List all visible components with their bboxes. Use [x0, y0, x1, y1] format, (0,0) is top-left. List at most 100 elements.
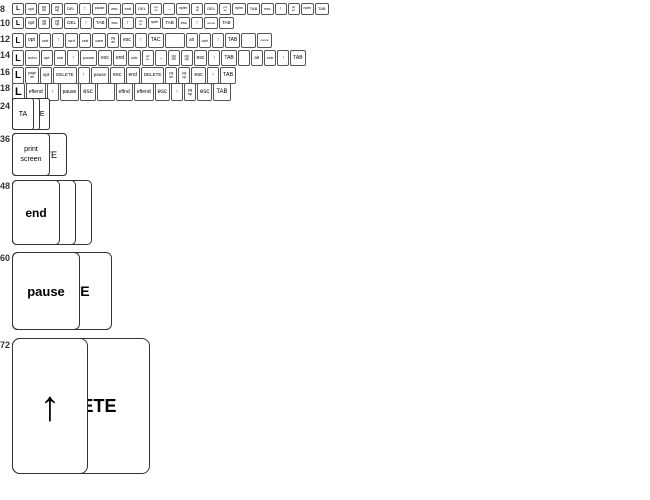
key-pause-60[interactable]: pause: [12, 252, 80, 330]
key-tab-16[interactable]: TAB: [220, 67, 236, 84]
key-nplim-8c[interactable]: nplm: [301, 3, 315, 15]
key-del-16[interactable]: DELETE: [141, 67, 165, 84]
key-opt-16[interactable]: opt: [40, 67, 52, 84]
key-del-8c[interactable]: DEL: [204, 3, 218, 15]
key-cstr-12b[interactable]: cstr: [79, 33, 91, 48]
key-pause-8a[interactable]: pause: [92, 3, 108, 15]
key-esc-8b[interactable]: esc: [261, 3, 273, 15]
key-alt-14[interactable]: alt: [251, 50, 263, 66]
key-L-14[interactable]: L: [12, 50, 24, 66]
key-esc-8a[interactable]: esc: [108, 3, 120, 15]
key-cstr-14b[interactable]: cstr: [128, 50, 140, 66]
key-prtsc-10[interactable]: prtsc: [135, 17, 147, 29]
key-option-10a[interactable]: opt: [25, 17, 37, 29]
key-cstr-14[interactable]: cstr: [54, 50, 66, 66]
key-esc-18b[interactable]: esc: [155, 83, 170, 101]
key-end-48[interactable]: end: [12, 180, 60, 245]
key-L-16[interactable]: L: [12, 67, 24, 84]
key-up-72[interactable]: ↑: [12, 338, 88, 474]
key-esc-12a[interactable]: esc: [120, 33, 134, 48]
key-tab-10a[interactable]: TAB: [93, 17, 107, 29]
key-pgup-16[interactable]: pgup: [178, 67, 190, 84]
key-up-8b[interactable]: ↑: [275, 3, 287, 15]
key-wrd-12[interactable]: wrd: [65, 33, 77, 48]
key-up-14b[interactable]: ↑: [208, 50, 220, 66]
key-esc-10b[interactable]: esc: [178, 17, 190, 29]
key-delete-16[interactable]: DELETE: [53, 67, 77, 84]
key-up-12b[interactable]: ↑: [135, 33, 147, 48]
key-L-10[interactable]: L: [12, 17, 24, 29]
key-up-14a[interactable]: ↑: [67, 50, 79, 66]
key-tab-12a[interactable]: TAC: [148, 33, 164, 48]
key-arr-8a[interactable]: →: [163, 3, 175, 15]
key-tab-8a[interactable]: TAB: [247, 3, 260, 15]
key-noncnce-12[interactable]: nonce: [257, 33, 271, 48]
key-nplim-10[interactable]: nplm: [148, 17, 162, 29]
key-esc-10a[interactable]: esc: [108, 17, 120, 29]
key-blank-14[interactable]: [238, 50, 250, 66]
key-pgdn-12[interactable]: pgdn: [107, 33, 119, 48]
key-prtsc-8c[interactable]: prtsc: [288, 3, 300, 15]
key-up-12c[interactable]: ↑: [212, 33, 224, 48]
key-up-16b[interactable]: ↑: [207, 67, 219, 84]
key-cstr-14c[interactable]: cstr: [264, 50, 276, 66]
key-up-18b[interactable]: ↑: [171, 83, 183, 101]
key-tab-8b[interactable]: TAB: [315, 3, 328, 15]
key-blank-12b[interactable]: [241, 33, 256, 48]
key-prtsc-8b[interactable]: prtsc: [219, 3, 231, 15]
key-print-14[interactable]: prtsc: [142, 50, 154, 66]
key-ta-24[interactable]: TA: [12, 98, 34, 130]
key-L-8[interactable]: L: [12, 3, 24, 15]
key-pgup-8a[interactable]: pgup: [51, 3, 63, 15]
key-pgdn-14[interactable]: pgdn: [168, 50, 180, 66]
key-esc-14[interactable]: esc: [98, 50, 112, 66]
key-tab-10c[interactable]: TAB: [219, 17, 233, 29]
key-pgup-18[interactable]: pgup: [184, 83, 196, 101]
key-up-10c[interactable]: ↑: [191, 17, 203, 29]
key-blank-18[interactable]: [97, 83, 115, 101]
key-del-8a[interactable]: DEL: [64, 3, 78, 15]
key-cstr-12d[interactable]: cstr: [199, 33, 211, 48]
key-blank-12[interactable]: [165, 33, 185, 48]
key-up-12a[interactable]: ↑: [52, 33, 64, 48]
key-prtsc-8a[interactable]: prtsc: [150, 3, 162, 15]
key-option-12[interactable]: opt: [25, 33, 38, 48]
key-L-12[interactable]: L: [12, 33, 24, 48]
key-nplim-8b[interactable]: nplm: [232, 3, 246, 15]
key-pgdn-10[interactable]: pgdn: [38, 17, 50, 29]
key-arr-14[interactable]: →: [155, 50, 167, 66]
key-esc-16[interactable]: esc: [110, 67, 125, 84]
key-option-8a[interactable]: opt: [25, 3, 37, 15]
key-noncnce-10[interactable]: nonce: [204, 17, 218, 29]
key-pgdn-8b[interactable]: pgdn: [191, 3, 203, 15]
key-end-16[interactable]: end: [126, 67, 140, 84]
key-esc-16b[interactable]: esc: [191, 67, 206, 84]
key-eftend-18b[interactable]: eftnd: [116, 83, 133, 101]
key-up-8a[interactable]: ↑: [79, 3, 91, 15]
key-nplim-8a[interactable]: nplim: [176, 3, 190, 15]
key-tab-14b[interactable]: TAB: [290, 50, 305, 66]
key-pgdown-16[interactable]: pagedn: [25, 67, 39, 84]
key-cstr-12c[interactable]: care: [92, 33, 106, 48]
key-up-16a[interactable]: ↑: [78, 67, 90, 84]
key-tab-18[interactable]: TAB: [213, 83, 230, 101]
key-del-10[interactable]: DEL: [64, 17, 79, 29]
key-up-10b[interactable]: ↑: [122, 17, 134, 29]
key-end-14[interactable]: end: [113, 50, 127, 66]
key-tab-14[interactable]: TAB: [221, 50, 236, 66]
key-pgdn-8a[interactable]: pgdn: [38, 3, 50, 15]
key-pgup-14[interactable]: pgup: [181, 50, 193, 66]
key-tab-10b[interactable]: TAB: [162, 17, 176, 29]
key-print-36[interactable]: printscreen: [12, 133, 50, 176]
key-esc-18c[interactable]: esc: [197, 83, 212, 101]
key-pgup-10[interactable]: pgup: [51, 17, 63, 29]
key-del-8b[interactable]: DEL: [135, 3, 149, 15]
key-echo-14[interactable]: echo: [25, 50, 40, 66]
key-pause-18[interactable]: pause: [60, 83, 80, 101]
key-end-8a[interactable]: end: [122, 3, 135, 15]
key-tab-12b[interactable]: TAB: [225, 33, 240, 48]
key-eften-18c[interactable]: eftend: [134, 83, 154, 101]
key-opt-14[interactable]: opt: [41, 50, 53, 66]
key-pgdn-16[interactable]: pgdn: [165, 67, 177, 84]
key-cstr-12[interactable]: cstr: [39, 33, 51, 48]
